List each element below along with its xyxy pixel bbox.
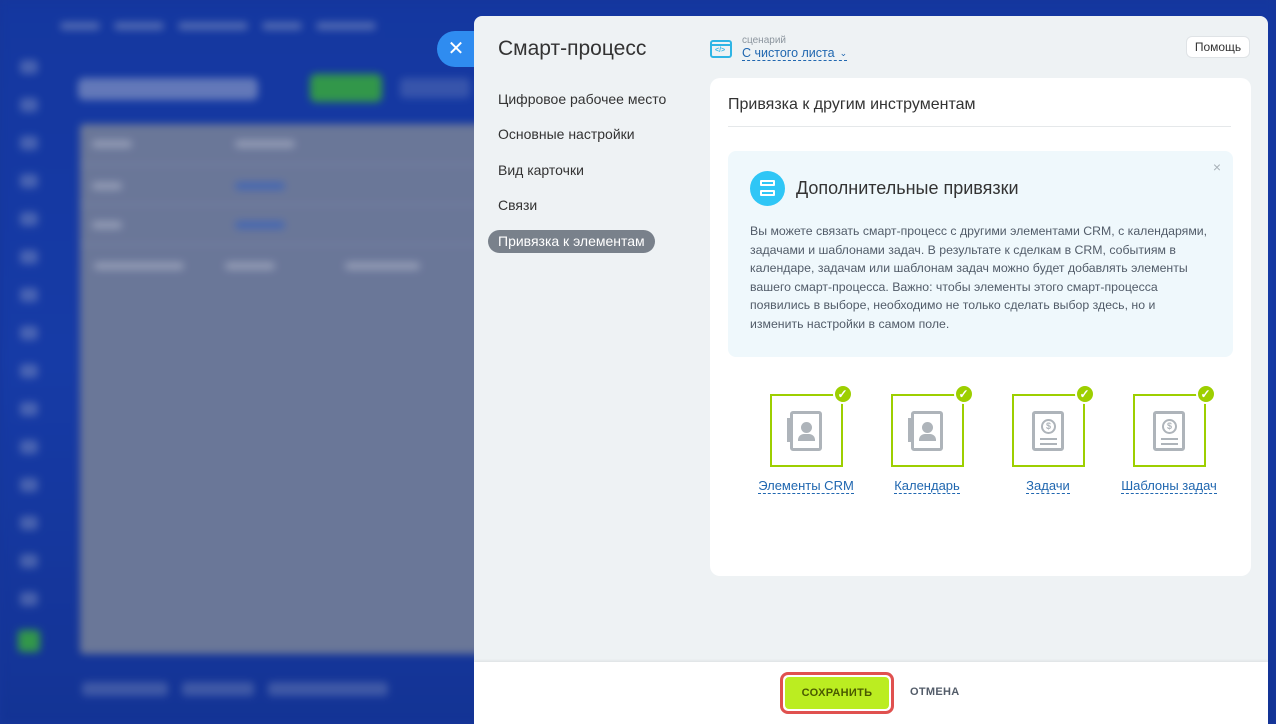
panel-footer: СОХРАНИТЬ ОТМЕНА <box>474 662 1268 724</box>
menu-item-digital-workplace[interactable]: Цифровое рабочее место <box>488 88 668 111</box>
section-title: Привязка к другим инструментам <box>728 96 976 113</box>
chevron-down-icon: ⌄ <box>839 48 848 58</box>
tool-tile[interactable]: $ ✓ <box>1132 384 1216 467</box>
invoice-icon: $ <box>1153 410 1185 451</box>
stack-icon <box>750 171 785 206</box>
panel-title: Смарт-процесс <box>498 37 647 60</box>
tool-label[interactable]: Шаблоны задач <box>1121 478 1217 494</box>
tool-label[interactable]: Календарь <box>894 478 960 494</box>
checkmark-icon: ✓ <box>953 384 974 404</box>
scenario-label: сценарий <box>742 35 786 46</box>
contact-book-icon <box>787 410 822 451</box>
tool-label[interactable]: Элементы CRM <box>758 478 854 494</box>
menu-item-card-view[interactable]: Вид карточки <box>488 159 668 182</box>
tool-tasks[interactable]: $ ✓ Задачи <box>988 382 1108 495</box>
info-block: × Дополнительные привязки Вы можете связ… <box>728 151 1233 357</box>
divider <box>728 126 1231 127</box>
help-button[interactable]: Помощь <box>1186 36 1250 58</box>
info-title: Дополнительные привязки <box>796 178 1019 198</box>
settings-menu: Цифровое рабочее место Основные настройк… <box>488 88 668 265</box>
scenario-dropdown[interactable]: С чистого листа ⌄ <box>742 46 848 61</box>
tool-crm-elements[interactable]: ✓ Элементы CRM <box>746 382 866 495</box>
scenario-text: сценарий С чистого листа ⌄ <box>742 35 848 61</box>
checkmark-icon: ✓ <box>1195 384 1216 404</box>
contact-book-icon <box>908 410 943 451</box>
checkmark-icon: ✓ <box>1074 384 1095 404</box>
code-window-icon: </> <box>710 39 732 58</box>
invoice-icon: $ <box>1032 410 1064 451</box>
save-button-highlight: СОХРАНИТЬ <box>780 672 894 714</box>
scenario-value: С чистого листа <box>742 46 835 60</box>
menu-item-element-binding[interactable]: Привязка к элементам <box>488 229 655 253</box>
close-icon: ✕ <box>447 38 465 60</box>
close-icon[interactable]: × <box>1213 159 1221 175</box>
tools-grid: ✓ Элементы CRM ✓ Календарь $ ✓ Задачи $ … <box>728 382 1233 495</box>
info-text: Вы можете связать смарт-процесс с другим… <box>750 224 1208 331</box>
tool-tile[interactable]: ✓ <box>890 384 974 467</box>
cancel-button[interactable]: ОТМЕНА <box>910 686 959 698</box>
content-card: Привязка к другим инструментам × Дополни… <box>710 78 1251 576</box>
tool-calendar[interactable]: ✓ Календарь <box>867 382 987 495</box>
menu-item-relations[interactable]: Связи <box>488 194 668 217</box>
scenario-selector[interactable]: </> сценарий С чистого листа ⌄ <box>710 35 848 61</box>
tool-tile[interactable]: ✓ <box>769 384 853 467</box>
smart-process-panel: Смарт-процесс </> сценарий С чистого лис… <box>474 16 1268 724</box>
tool-label[interactable]: Задачи <box>1026 478 1070 494</box>
checkmark-icon: ✓ <box>832 384 853 404</box>
menu-item-main-settings[interactable]: Основные настройки <box>488 123 668 146</box>
tool-task-templates[interactable]: $ ✓ Шаблоны задач <box>1109 382 1229 495</box>
tool-tile[interactable]: $ ✓ <box>1011 384 1095 467</box>
save-button[interactable]: СОХРАНИТЬ <box>785 677 889 709</box>
